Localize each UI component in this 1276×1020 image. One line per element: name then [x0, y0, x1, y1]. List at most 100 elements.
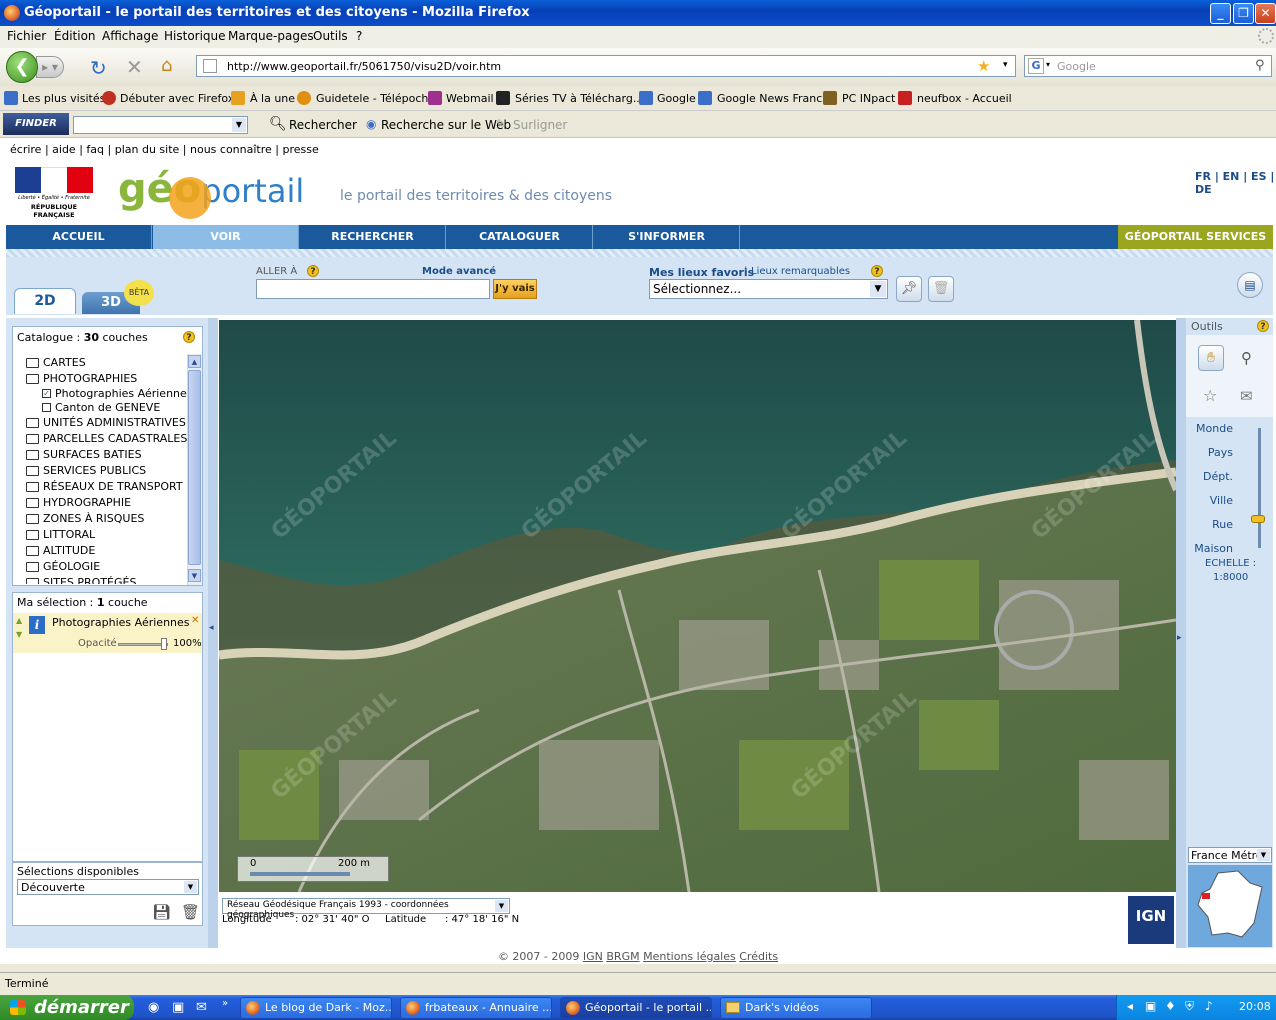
finder-web-button[interactable]: Recherche sur le Web: [381, 118, 511, 132]
remove-layer-icon[interactable]: ✕: [191, 615, 199, 626]
catalog-item[interactable]: SERVICES PUBLICS: [12, 464, 187, 478]
bookmark-item[interactable]: À la une: [250, 92, 295, 105]
engine-dropdown-icon[interactable]: ▾: [1046, 60, 1050, 69]
taskbar-item[interactable]: Dark's vidéos: [720, 997, 872, 1019]
network-icon[interactable]: ▣: [1145, 999, 1156, 1013]
tab-2d[interactable]: 2D: [14, 288, 76, 314]
region-select[interactable]: France Métrop ▼: [1188, 847, 1272, 863]
google-engine-icon[interactable]: G: [1028, 58, 1044, 74]
catalog-item[interactable]: ✓ Photographies Aériennes: [12, 387, 187, 401]
footer-link-legal[interactable]: Mentions légales: [643, 950, 736, 963]
quicklaunch-more-icon[interactable]: »: [222, 998, 228, 1009]
catalog-item[interactable]: PARCELLES CADASTRALES: [12, 432, 187, 446]
envelope-icon[interactable]: ✉: [1240, 387, 1253, 405]
zoom-dept[interactable]: Dépt.: [1203, 470, 1233, 483]
fullscreen-button[interactable]: ▤: [1237, 272, 1263, 298]
help-icon[interactable]: ?: [183, 331, 195, 343]
nav-accueil[interactable]: ACCUEIL: [6, 225, 152, 249]
footer-link-credits[interactable]: Crédits: [739, 950, 778, 963]
search-icon[interactable]: ⚲: [1255, 58, 1265, 73]
chevron-down-icon[interactable]: ▼: [1257, 849, 1270, 861]
republique-francaise-logo[interactable]: Liberté • Égalité • Fraternité RÉPUBLIQU…: [15, 167, 93, 219]
delete-icon[interactable]: 🗑︎: [181, 903, 200, 921]
chevron-down-icon[interactable]: ▼: [232, 118, 246, 132]
bookmark-item[interactable]: Guidetele - Télépoche: [316, 92, 435, 105]
layer-card[interactable]: ▲ ▼ i Photographies Aériennes ✕ Opacité …: [13, 613, 202, 653]
bookmark-item[interactable]: Séries TV à Télécharg...: [515, 92, 643, 105]
bookmark-item[interactable]: Débuter avec Firefox: [120, 92, 234, 105]
layer-checkbox[interactable]: [42, 403, 51, 412]
footer-link-brgm[interactable]: BRGM: [606, 950, 639, 963]
zoom-monde[interactable]: Monde: [1196, 422, 1233, 435]
nav-rechercher[interactable]: RECHERCHER: [300, 225, 446, 249]
maximize-button[interactable]: ❐: [1233, 3, 1254, 24]
nav-cataloguer[interactable]: CATALOGUER: [447, 225, 593, 249]
finder-input[interactable]: ▼: [73, 116, 248, 134]
remarquables-link[interactable]: Lieux remarquables: [751, 266, 850, 277]
bookmark-item[interactable]: PC INpact: [842, 92, 895, 105]
zoom-slider-track[interactable]: [1258, 428, 1261, 548]
reload-icon[interactable]: ↻: [90, 56, 107, 80]
tray-icon[interactable]: ⛨: [1185, 999, 1194, 1014]
finder-highlight-button[interactable]: Surligner: [513, 118, 567, 132]
go-button[interactable]: J'y vais: [493, 279, 537, 299]
catalog-item[interactable]: GÉOLOGIE: [12, 560, 187, 574]
back-button[interactable]: ❮: [6, 51, 38, 83]
menu-affichage[interactable]: Affichage: [102, 29, 158, 43]
catalog-item[interactable]: LITTORAL: [12, 528, 187, 542]
nav-voir[interactable]: VOIR: [153, 225, 299, 249]
catalog-item[interactable]: HYDROGRAPHIE: [12, 496, 187, 510]
favoris-select[interactable]: Sélectionnez... ▼: [649, 279, 888, 299]
volume-icon[interactable]: ♪: [1205, 999, 1213, 1013]
link-plan[interactable]: plan du site: [115, 143, 180, 156]
menu-help[interactable]: ?: [356, 29, 362, 43]
layer-checkbox[interactable]: ✓: [42, 389, 51, 398]
link-connaitre[interactable]: nous connaître: [190, 143, 272, 156]
link-presse[interactable]: presse: [282, 143, 318, 156]
finder-logo[interactable]: FINDER: [3, 113, 69, 135]
chevron-down-icon[interactable]: ▼: [870, 281, 886, 297]
zoom-slider-handle[interactable]: [1251, 515, 1265, 523]
taskbar-item[interactable]: frbateaux - Annuaire ...: [400, 997, 552, 1019]
catalog-item[interactable]: UNITÉS ADMINISTRATIVES: [12, 416, 187, 430]
help-icon[interactable]: ?: [307, 265, 319, 277]
ie-quicklaunch-icon[interactable]: ◉: [148, 1000, 159, 1015]
menu-edition[interactable]: Édition: [54, 29, 96, 43]
footer-link-ign[interactable]: IGN: [583, 950, 603, 963]
help-icon[interactable]: ?: [871, 265, 883, 277]
finder-search-button[interactable]: Rechercher: [289, 118, 357, 132]
bookmark-item[interactable]: Google: [657, 92, 696, 105]
move-down-icon[interactable]: ▼: [16, 630, 22, 639]
bookmark-item[interactable]: neufbox - Accueil: [917, 92, 1012, 105]
zoom-rue[interactable]: Rue: [1212, 518, 1233, 531]
bookmark-item[interactable]: Les plus visités: [22, 92, 105, 105]
trash-button[interactable]: 🗑︎: [928, 276, 954, 302]
star-icon[interactable]: ☆: [1203, 386, 1217, 405]
ign-logo[interactable]: IGN: [1128, 896, 1174, 944]
save-icon[interactable]: 💾︎: [152, 903, 171, 921]
zoom-box-icon[interactable]: ⚲: [1241, 349, 1252, 367]
link-faq[interactable]: faq: [86, 143, 104, 156]
projection-select[interactable]: Réseau Géodésique Français 1993 - coordo…: [222, 898, 510, 920]
quicklaunch-icon[interactable]: ✉: [196, 1000, 207, 1015]
aerial-map[interactable]: GÉOPORTAIL GÉOPORTAIL GÉOPORTAIL GÉOPORT…: [219, 320, 1176, 892]
catalog-item[interactable]: SURFACES BATIES: [12, 448, 187, 462]
link-ecrire[interactable]: écrire: [10, 143, 41, 156]
url-dropdown-icon[interactable]: ▾: [1003, 60, 1008, 70]
home-icon[interactable]: ⌂: [161, 55, 172, 76]
catalog-item[interactable]: Canton de GENEVE: [12, 401, 187, 415]
bookmark-item[interactable]: Google News France: [717, 92, 829, 105]
bookmark-item[interactable]: Webmail: [446, 92, 494, 105]
menu-marque-pages[interactable]: Marque-pages: [228, 29, 314, 43]
menu-fichier[interactable]: Fichier: [7, 29, 46, 43]
quicklaunch-icon[interactable]: ▣: [172, 1000, 184, 1015]
right-collapse-bar[interactable]: ▸: [1176, 318, 1186, 948]
catalog-item[interactable]: ZONES À RISQUES: [12, 512, 187, 526]
opacity-handle[interactable]: [161, 638, 167, 650]
left-collapse-bar[interactable]: ◂: [208, 318, 218, 948]
zoom-ville[interactable]: Ville: [1210, 494, 1233, 507]
pan-hand-icon[interactable]: ✋︎: [1198, 345, 1224, 371]
move-up-icon[interactable]: ▲: [16, 616, 22, 625]
catalog-item[interactable]: ALTITUDE: [12, 544, 187, 558]
chevron-down-icon[interactable]: ▼: [495, 900, 508, 912]
